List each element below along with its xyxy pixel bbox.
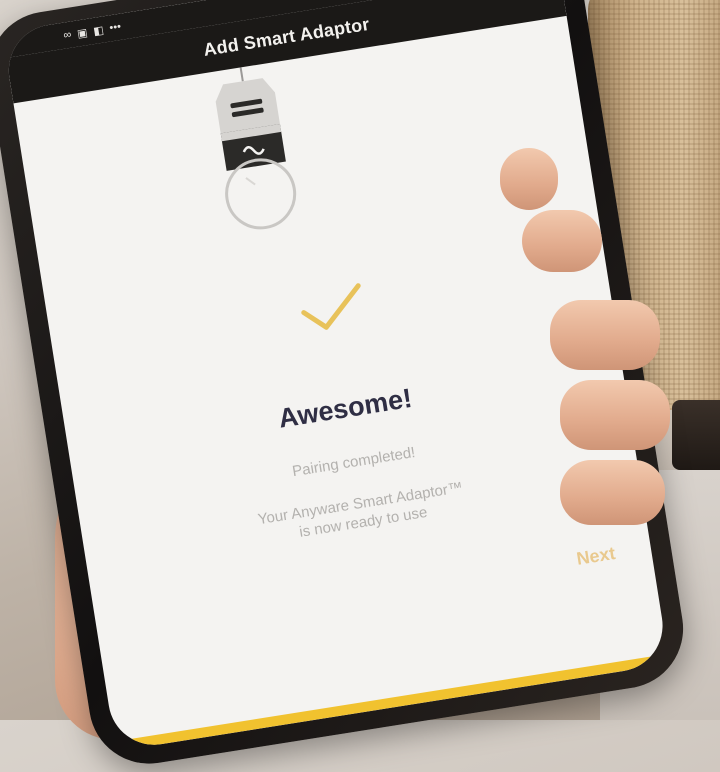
finger xyxy=(550,300,660,370)
gallery-icon: ▣ xyxy=(76,26,89,41)
success-headline: Awesome! xyxy=(276,382,415,434)
finger xyxy=(560,380,670,450)
phone-screen: ∞ ▣ ◧ ••• Add Smart Adaptor Awesome! Pai… xyxy=(2,0,670,752)
checkmark-icon xyxy=(301,283,361,330)
link-icon: ∞ xyxy=(62,28,73,42)
more-icon: ••• xyxy=(108,20,122,35)
next-button[interactable]: Next xyxy=(575,543,617,570)
finger xyxy=(500,148,558,210)
lamp-base xyxy=(672,400,720,470)
finger xyxy=(522,210,602,272)
light-bulb-adaptor-icon xyxy=(215,67,297,230)
finger xyxy=(560,460,665,525)
message-icon: ◧ xyxy=(92,23,105,38)
